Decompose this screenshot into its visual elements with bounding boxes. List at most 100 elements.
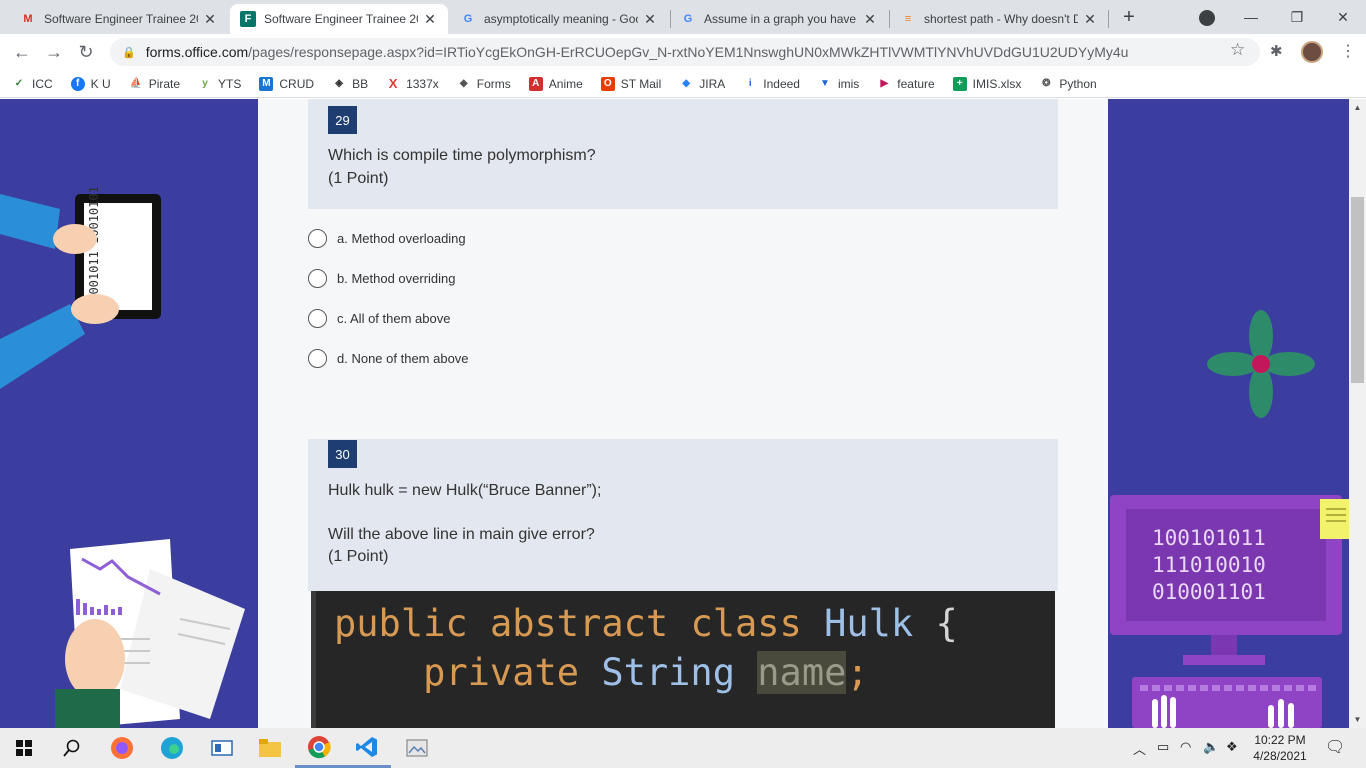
volume-icon[interactable]: 🔈 (1203, 739, 1219, 755)
question-text: Hulk hulk = new Hulk(“Bruce Banner”); (328, 482, 602, 499)
tab-forms[interactable]: F Software Engineer Trainee 20 ✕ (230, 4, 448, 34)
windows-start-icon[interactable] (0, 728, 48, 768)
bookmark-crud[interactable]: M CRUD (259, 76, 314, 91)
bookmarks-bar: ✓ ICC fK U ⛵ Pirate y YTS M CRUD ◈ BB X 1337x … (0, 70, 1366, 98)
avatar[interactable] (1301, 41, 1323, 63)
pirate-icon: ⛵ (129, 78, 142, 89)
forward-icon[interactable]: → (42, 40, 66, 64)
scroll-down-arrow-icon[interactable]: ▼ (1349, 711, 1366, 728)
forms-icon: F (240, 11, 256, 27)
bookmark-star-icon[interactable]: ☆ (1230, 40, 1245, 60)
firefox-icon[interactable] (98, 728, 146, 768)
dropbox-icon[interactable]: ❖ (1226, 739, 1238, 755)
x-icon: X (388, 76, 398, 91)
back-icon[interactable]: ← (10, 40, 34, 64)
address-bar[interactable]: 🔒 forms.office.com/pages/responsepage.as… (110, 38, 1260, 66)
photos-icon[interactable] (393, 728, 441, 768)
new-tab-button[interactable]: + (1118, 7, 1140, 29)
question-text-line2: Will the above line in main give error? (328, 526, 595, 543)
chrome-icon[interactable] (295, 728, 343, 768)
battery-icon[interactable]: ▭ (1157, 739, 1169, 755)
form-content: 29 Which is compile time polymorphism? (… (258, 99, 1108, 728)
tab-asymptotically[interactable]: G asymptotically meaning - Goo ✕ (450, 4, 668, 34)
bookmark-yts[interactable]: y YTS (198, 77, 241, 91)
reload-icon[interactable]: ↻ (74, 40, 98, 64)
gmail-icon: M (23, 13, 33, 25)
bookmark-imis[interactable]: ▼ imis (818, 77, 859, 91)
close-window-button[interactable]: ✕ (1320, 0, 1366, 34)
bookmark-1337x[interactable]: X 1337x (386, 76, 439, 91)
bookmark-indeed[interactable]: i Indeed (743, 77, 800, 91)
search-icon[interactable] (48, 728, 96, 768)
bookmark-bb[interactable]: ◈ BB (332, 77, 368, 91)
vscode-icon[interactable] (343, 728, 391, 768)
windows-taskbar: ︿ ▭ ◠ 🔈 ❖ 10:22 PM 4/28/2021 🗨 (0, 728, 1366, 768)
bookmark-forms[interactable]: ◆ Forms (457, 77, 511, 91)
svg-text:111010010: 111010010 (1152, 553, 1266, 577)
crud-icon: M (259, 76, 274, 91)
bookmark-st-mail[interactable]: O ST Mail (600, 76, 661, 91)
facebook-icon: f (70, 76, 85, 91)
option-b[interactable]: b. Method overriding (308, 269, 456, 288)
indeed-icon: i (748, 78, 752, 89)
google-icon: G (463, 13, 473, 25)
bookmark-python[interactable]: ❂ Python (1039, 77, 1097, 91)
option-a[interactable]: a. Method overloading (308, 229, 466, 248)
radio-button[interactable] (308, 349, 327, 368)
scroll-up-arrow-icon[interactable]: ▲ (1349, 99, 1366, 116)
bookmark-feature[interactable]: ▶ feature (877, 77, 934, 91)
imis-icon: ▼ (820, 78, 830, 89)
question-29-header: 29 Which is compile time polymorphism? (… (308, 99, 1058, 209)
page-scrollbar[interactable]: ▲ ▼ (1349, 99, 1366, 728)
radio-button[interactable] (308, 309, 327, 328)
close-icon[interactable]: ✕ (202, 11, 218, 28)
google-icon: G (683, 13, 693, 25)
tab-gmail[interactable]: M Software Engineer Trainee 20 ✕ (10, 4, 228, 34)
close-icon[interactable]: ✕ (642, 11, 658, 28)
question-code-image: public abstract class Hulk { private Str… (311, 591, 1055, 728)
tab-shortest-path[interactable]: ≡ shortest path - Why doesn't D ✕ (890, 4, 1108, 34)
forms-page: 10001011 10010101 100101011 111010010 01… (0, 99, 1366, 728)
bookmark-imis-xlsx[interactable]: + IMIS.xlsx (952, 76, 1021, 91)
file-explorer-icon[interactable] (246, 728, 294, 768)
forms-icon: ◆ (459, 78, 468, 89)
wifi-icon[interactable]: ◠ (1180, 739, 1191, 755)
bookmark-icc[interactable]: ✓ ICC (12, 77, 53, 91)
extensions-icon[interactable]: ✱ (1270, 42, 1283, 60)
radio-button[interactable] (308, 269, 327, 288)
edge-icon[interactable] (148, 728, 196, 768)
python-icon: ❂ (1042, 78, 1051, 89)
task-view-icon[interactable] (198, 728, 246, 768)
bookmark-jira[interactable]: ◆ JIRA (679, 77, 725, 91)
svg-text:010001101: 010001101 (1152, 580, 1266, 604)
close-icon[interactable]: ✕ (422, 11, 438, 28)
lock-icon: 🔒 (122, 46, 136, 59)
show-hidden-icons-icon[interactable]: ︿ (1133, 739, 1146, 758)
icc-icon: ✓ (14, 78, 24, 89)
question-30-header: 30 Hulk hulk = new Hulk(“Bruce Banner”);… (308, 439, 1058, 591)
binary-right: 100101011 111010010 010001101 (1152, 526, 1266, 604)
bookmark-ku[interactable]: fK U (70, 76, 111, 91)
system-clock[interactable]: 10:22 PM 4/28/2021 (1240, 732, 1320, 764)
tab-search-icon[interactable] (1199, 10, 1215, 26)
stackoverflow-icon: ≡ (904, 13, 912, 25)
option-d[interactable]: d. None of them above (308, 349, 469, 368)
bookmark-anime[interactable]: A Anime (528, 76, 583, 91)
left-illustration: 10001011 10010101 (0, 186, 245, 728)
notifications-icon[interactable]: 🗨 (1325, 737, 1345, 757)
close-icon[interactable]: ✕ (862, 11, 878, 28)
bookmark-pirate[interactable]: ⛵ Pirate (129, 77, 180, 91)
close-icon[interactable]: ✕ (1082, 11, 1098, 28)
radio-button[interactable] (308, 229, 327, 248)
scroll-thumb[interactable] (1351, 197, 1364, 383)
office-icon: O (600, 76, 615, 91)
menu-icon[interactable]: ⋮ (1340, 41, 1356, 61)
tab-graph[interactable]: G Assume in a graph you have ✕ (670, 4, 888, 34)
maximize-button[interactable]: ❐ (1274, 0, 1320, 34)
minimize-button[interactable]: — (1228, 0, 1274, 34)
option-c[interactable]: c. All of them above (308, 309, 450, 328)
question-points: (1 Point) (328, 170, 389, 187)
question-points: (1 Point) (328, 548, 389, 565)
tab-strip: M Software Engineer Trainee 20 ✕ F Softw… (0, 0, 1366, 34)
feature-icon: ▶ (880, 78, 889, 89)
